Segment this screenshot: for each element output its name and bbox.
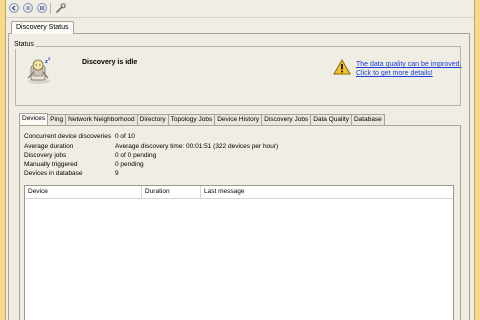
column-header-last-message[interactable]: Last message <box>201 186 453 198</box>
window-frame-left <box>0 0 6 320</box>
device-table[interactable]: Device Duration Last message <box>24 185 454 320</box>
svg-text:z: z <box>48 56 51 61</box>
stop-icon <box>26 6 30 10</box>
column-header-device[interactable]: Device <box>25 186 142 198</box>
info-label-manually-triggered: Manually triggered <box>24 161 78 168</box>
pause-icon <box>40 6 44 10</box>
warning-icon[interactable] <box>333 59 351 75</box>
data-quality-link-line1[interactable]: The data quality can be improved. <box>356 60 461 69</box>
tab-ping[interactable]: Ping <box>47 114 67 125</box>
discovery-tabs: Devices Ping Network Neighborhood Direct… <box>19 113 385 125</box>
tab-discovery-status[interactable]: Discovery Status <box>11 21 74 34</box>
info-value-discovery-jobs: 0 of 0 pending <box>115 152 157 159</box>
info-value-concurrent: 0 of 10 <box>115 133 135 140</box>
tab-network-neighborhood[interactable]: Network Neighborhood <box>65 114 138 125</box>
data-quality-link[interactable]: The data quality can be improved. Click … <box>356 60 461 78</box>
discovery-status-message: Discovery is idle <box>82 59 138 66</box>
window-frame-right <box>474 0 480 320</box>
info-value-average-duration: Average discovery time: 00:01:51 (322 de… <box>115 143 279 150</box>
wrench-icon[interactable] <box>55 2 67 14</box>
tab-database[interactable]: Database <box>350 114 385 125</box>
arrow-left-icon <box>11 5 16 11</box>
sleeping-computer-icon: z z <box>27 56 51 84</box>
tab-directory[interactable]: Directory <box>136 114 169 125</box>
tab-topology-jobs[interactable]: Topology Jobs <box>167 114 216 125</box>
toolbar <box>6 0 474 18</box>
info-label-discovery-jobs: Discovery jobs <box>24 152 67 159</box>
back-button[interactable] <box>9 3 19 13</box>
table-header: Device Duration Last message <box>25 186 453 199</box>
info-value-manually-triggered: 0 pending <box>115 161 144 168</box>
column-header-duration[interactable]: Duration <box>142 186 201 198</box>
stop-button[interactable] <box>23 3 33 13</box>
toolbar-separator <box>50 3 51 14</box>
info-label-average-duration: Average duration <box>24 143 74 150</box>
status-legend: Status <box>12 40 36 49</box>
tab-discovery-jobs[interactable]: Discovery Jobs <box>261 114 312 125</box>
info-value-devices-in-database: 9 <box>115 170 119 177</box>
tab-devices[interactable]: Devices <box>19 113 49 125</box>
info-label-concurrent: Concurrent device discoveries <box>24 133 112 140</box>
data-quality-link-line2[interactable]: Click to get more details! <box>356 69 461 78</box>
pause-button[interactable] <box>37 3 47 13</box>
info-label-devices-in-database: Devices in database <box>24 170 83 177</box>
tab-device-history[interactable]: Device History <box>214 114 263 125</box>
tab-data-quality[interactable]: Data Quality <box>310 114 352 125</box>
